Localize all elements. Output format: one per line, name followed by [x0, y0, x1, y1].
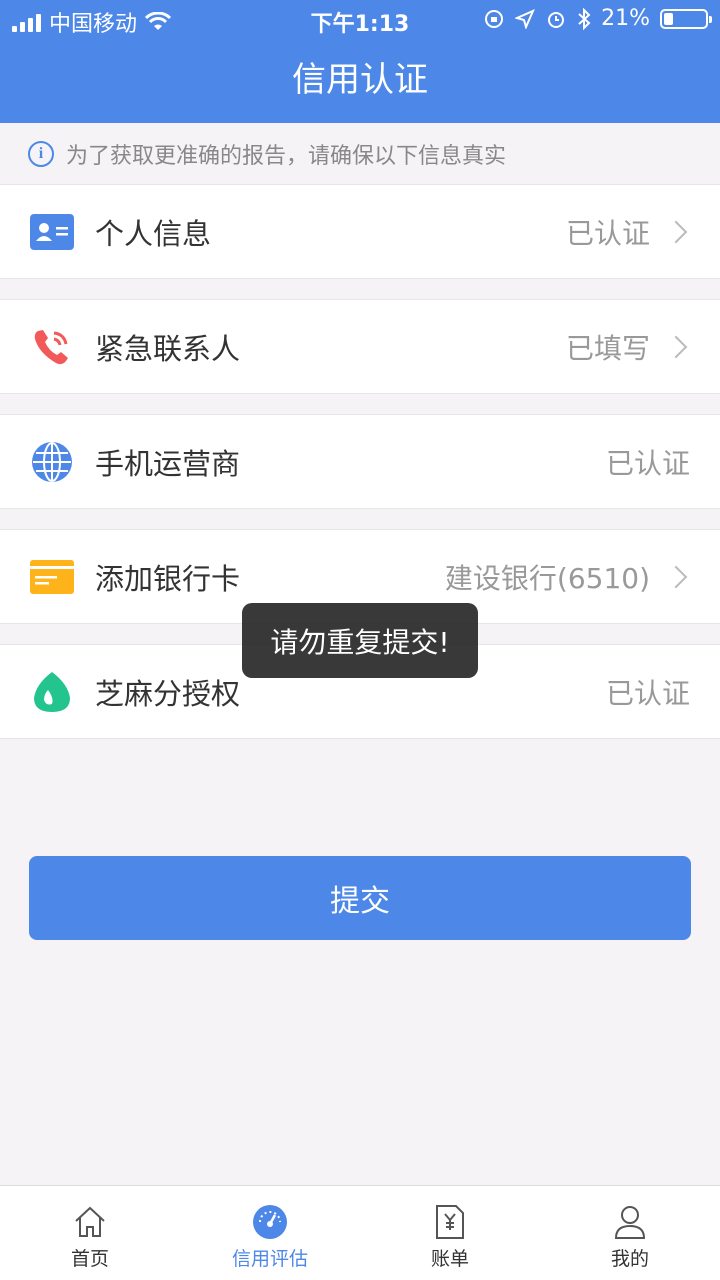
bank-card-icon	[30, 555, 74, 599]
bluetooth-icon	[578, 7, 591, 30]
globe-icon	[30, 440, 74, 484]
status-bar: 中国移动 下午1:13 21%	[0, 0, 720, 40]
tab-label: 信用评估	[231, 1248, 308, 1270]
item-status: 已认证	[565, 216, 650, 250]
toast-message: 请勿重复提交!	[242, 603, 478, 678]
battery-percent: 21%	[601, 6, 650, 31]
gauge-icon	[250, 1202, 290, 1242]
submit-button[interactable]: 提交	[29, 856, 691, 940]
rotation-lock-icon	[485, 9, 504, 28]
item-label: 个人信息	[95, 216, 212, 251]
tab-bar: 首页 信用评估 账单 我的	[0, 1185, 720, 1280]
item-personal-info[interactable]: 个人信息 已认证	[0, 184, 720, 279]
user-icon	[610, 1202, 650, 1242]
item-label: 添加银行卡	[95, 561, 241, 596]
sesame-icon	[30, 670, 74, 714]
location-icon	[515, 8, 536, 29]
item-emergency-contact[interactable]: 紧急联系人 已填写	[0, 299, 720, 394]
tab-home[interactable]: 首页	[0, 1186, 180, 1280]
tab-label: 首页	[70, 1248, 109, 1270]
item-status: 已填写	[565, 331, 650, 365]
tab-bill[interactable]: 账单	[360, 1186, 540, 1280]
alarm-icon	[548, 11, 565, 28]
notice-bar: i 为了获取更准确的报告，请确保以下信息真实	[0, 123, 720, 185]
item-label: 手机运营商	[95, 446, 241, 481]
tab-label: 我的	[610, 1248, 649, 1270]
bill-icon	[430, 1202, 470, 1242]
battery-icon	[660, 8, 712, 29]
tab-label: 账单	[430, 1248, 469, 1270]
phone-icon	[30, 325, 74, 369]
item-status: 已认证	[605, 446, 690, 480]
item-mobile-carrier[interactable]: 手机运营商 已认证	[0, 414, 720, 509]
tab-mine[interactable]: 我的	[540, 1186, 720, 1280]
notice-text: 为了获取更准确的报告，请确保以下信息真实	[66, 143, 507, 169]
info-icon: i	[28, 140, 54, 167]
status-right: 21%	[483, 6, 712, 31]
home-icon	[70, 1202, 110, 1242]
chevron-right-icon	[664, 565, 688, 588]
item-status: 建设银行(6510)	[444, 561, 650, 595]
item-label: 紧急联系人	[95, 331, 241, 366]
tab-credit-assessment[interactable]: 信用评估	[180, 1186, 360, 1280]
item-status: 已认证	[605, 676, 690, 710]
chevron-right-icon	[664, 335, 688, 358]
chevron-right-icon	[664, 220, 688, 243]
id-card-icon	[30, 210, 74, 254]
page-title: 信用认证	[0, 40, 720, 123]
